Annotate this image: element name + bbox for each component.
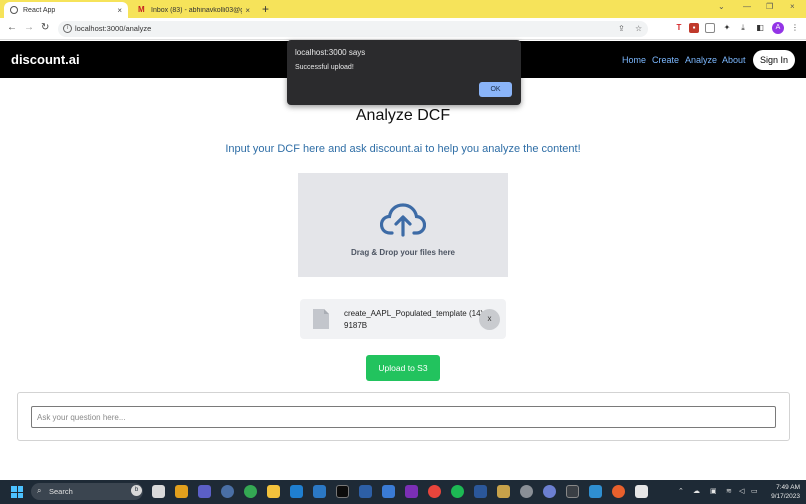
nav-link-create[interactable]: Create [652, 55, 679, 65]
taskbar-clock[interactable]: 7:49 AM 9/17/2023 [766, 483, 800, 501]
taskbar-app-icon[interactable] [175, 485, 188, 498]
file-explorer-icon[interactable] [267, 485, 280, 498]
extensions-puzzle-icon[interactable]: ✦ [722, 23, 732, 33]
bookmark-star-icon[interactable]: ☆ [635, 24, 642, 33]
uploaded-file-card: create_AAPL_Populated_template (14) 9187… [300, 299, 506, 339]
file-name: create_AAPL_Populated_template (14) [344, 309, 484, 318]
file-document-icon [313, 309, 329, 329]
teams-icon[interactable] [198, 485, 211, 498]
upload-to-s3-button[interactable]: Upload to S3 [366, 355, 440, 381]
volume-icon[interactable]: ◁ [739, 487, 744, 495]
close-tab-icon[interactable]: × [117, 6, 122, 15]
taskbar-app-icon[interactable] [612, 485, 625, 498]
profile-avatar[interactable]: A [772, 22, 784, 34]
taskbar-app-icon[interactable] [635, 485, 648, 498]
url-text: localhost:3000/analyze [75, 24, 152, 33]
windows-start-icon[interactable] [11, 486, 23, 498]
alert-ok-button[interactable]: OK [479, 82, 512, 97]
mail-icon[interactable] [382, 485, 395, 498]
terminal-icon[interactable] [336, 485, 349, 498]
taskbar-app-icon[interactable] [313, 485, 326, 498]
task-view-icon[interactable] [152, 485, 165, 498]
taskbar-app-icon[interactable] [497, 485, 510, 498]
sign-in-button[interactable]: Sign In [753, 50, 795, 70]
nav-link-home[interactable]: Home [622, 55, 646, 65]
chrome-icon[interactable] [244, 485, 257, 498]
file-dropzone[interactable]: Drag & Drop your files here [298, 173, 508, 277]
nav-link-about[interactable]: About [722, 55, 746, 65]
browser-menu-icon[interactable]: ⋮ [790, 23, 800, 33]
extension-icon[interactable] [705, 23, 715, 33]
file-size: 9187B [344, 321, 368, 330]
nav-link-analyze[interactable]: Analyze [685, 55, 717, 65]
windows-taskbar: ⌕ Search b ⌃ ☁ ▣ ≋ ◁ ▭ 7:49 AM 9/17/2023 [0, 480, 806, 504]
share-icon[interactable]: ⇪ [618, 24, 625, 33]
bing-icon: b [131, 485, 142, 496]
wifi-icon[interactable]: ≋ [726, 487, 732, 495]
remove-file-button[interactable]: x [479, 309, 500, 330]
search-icon: ⌕ [37, 486, 42, 495]
tab-title: Inbox (83) - abhinavkolli03@gm... [151, 6, 243, 14]
cloud-icon[interactable]: ☁ [693, 487, 700, 495]
taskbar-app-icon[interactable] [359, 485, 372, 498]
new-tab-button[interactable]: + [262, 2, 269, 16]
extension-icon[interactable]: T [674, 23, 684, 33]
tab-search-icon[interactable]: ⌄ [718, 2, 725, 11]
page-subtitle: Input your DCF here and ask discount.ai … [225, 143, 581, 155]
cloud-upload-icon [380, 203, 426, 237]
reload-icon[interactable]: ↻ [41, 22, 49, 33]
spotify-icon[interactable] [451, 485, 464, 498]
question-input[interactable] [31, 406, 776, 428]
question-panel [17, 392, 790, 441]
react-favicon-icon [10, 6, 18, 14]
forward-arrow-icon[interactable]: → [24, 22, 34, 33]
address-bar[interactable]: i localhost:3000/analyze ⇪ ☆ [58, 21, 648, 37]
page-title: Analyze DCF [355, 107, 451, 124]
word-icon[interactable] [474, 485, 487, 498]
tab-react-app[interactable]: React App × [4, 2, 128, 18]
tray-chevron-icon[interactable]: ⌃ [678, 487, 684, 495]
taskbar-app-icon[interactable] [543, 485, 556, 498]
browser-tab-strip: React App × M Inbox (83) - abhinavkolli0… [0, 0, 806, 18]
close-tab-icon[interactable]: × [245, 6, 250, 15]
vscode-icon[interactable] [290, 485, 303, 498]
gmail-favicon-icon: M [138, 5, 145, 14]
alert-dialog: localhost:3000 says Successful upload! O… [287, 40, 521, 105]
tab-title: React App [23, 6, 56, 14]
taskbar-app-icon[interactable] [566, 485, 579, 498]
window-close-button[interactable]: × [790, 2, 795, 11]
alert-title: localhost:3000 says [295, 48, 366, 57]
taskbar-app-icon[interactable] [589, 485, 602, 498]
battery-icon[interactable]: ▭ [751, 487, 758, 495]
extension-icon[interactable]: ▪ [689, 23, 699, 33]
browser-toolbar: ← → ↻ i localhost:3000/analyze ⇪ ☆ T ▪ ✦… [0, 18, 806, 40]
back-arrow-icon[interactable]: ← [7, 22, 17, 33]
alert-message: Successful upload! [295, 64, 354, 71]
taskbar-app-icon[interactable] [221, 485, 234, 498]
search-label: Search [49, 487, 73, 496]
download-icon[interactable]: ⤓ [738, 23, 748, 33]
settings-gear-icon[interactable] [520, 485, 533, 498]
clock-date: 9/17/2023 [771, 493, 800, 500]
onenote-icon[interactable] [405, 485, 418, 498]
clock-time: 7:49 AM [776, 484, 800, 491]
brand-logo[interactable]: discount.ai [11, 52, 80, 67]
tray-app-icon[interactable]: ▣ [710, 487, 717, 495]
site-info-icon[interactable]: i [63, 24, 72, 33]
maximize-button[interactable]: ❐ [766, 2, 773, 11]
dropzone-text: Drag & Drop your files here [350, 248, 456, 257]
taskbar-app-icon[interactable] [428, 485, 441, 498]
minimize-button[interactable]: — [743, 2, 751, 11]
taskbar-search-box[interactable]: ⌕ Search b [31, 483, 143, 500]
side-panel-icon[interactable]: ◧ [755, 23, 765, 33]
tab-gmail-inbox[interactable]: M Inbox (83) - abhinavkolli03@gm... × [132, 2, 256, 18]
